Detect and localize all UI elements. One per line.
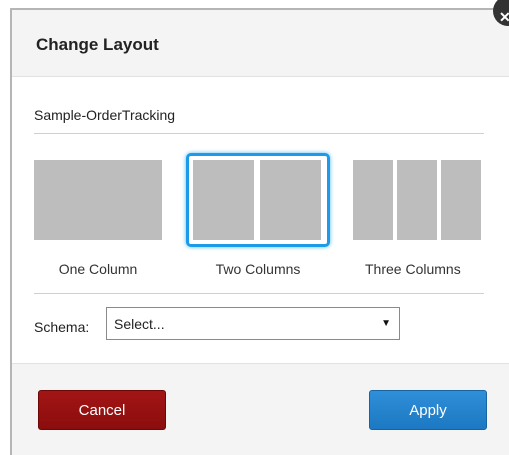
dialog-title: Change Layout: [36, 35, 159, 54]
dropdown-arrow-icon: ▼: [381, 318, 391, 329]
layout-option-two-columns[interactable]: Two Columns: [186, 153, 330, 283]
column-block: [353, 160, 393, 240]
three-columns-thumbnail: [353, 160, 483, 240]
column-block: [260, 160, 321, 240]
layout-option-label: Three Columns: [365, 261, 461, 277]
two-columns-thumbnail-selected: [186, 153, 330, 247]
layout-option-one-column[interactable]: One Column: [34, 153, 162, 283]
schema-select-value: Select...: [114, 316, 165, 332]
layout-option-label: Two Columns: [215, 261, 301, 277]
divider: [34, 293, 484, 294]
report-name: Sample-OrderTracking: [34, 107, 176, 123]
column-block: [397, 160, 437, 240]
column-block: [193, 160, 254, 240]
schema-select[interactable]: Select... ▼: [106, 307, 400, 340]
dialog-header: Change Layout: [12, 10, 509, 77]
apply-button[interactable]: Apply: [369, 390, 487, 430]
change-layout-dialog: Change Layout ✕ Sample-OrderTracking One…: [10, 0, 509, 455]
column-block: [441, 160, 481, 240]
close-icon: ✕: [499, 9, 509, 25]
layout-option-three-columns[interactable]: Three Columns: [353, 153, 483, 283]
one-column-thumbnail: [34, 160, 162, 240]
cancel-button[interactable]: Cancel: [38, 390, 166, 430]
dialog-body: Sample-OrderTracking One Column Two Colu…: [12, 77, 509, 363]
dialog-footer: Cancel Apply: [12, 363, 509, 455]
divider: [34, 133, 484, 134]
layout-option-label: One Column: [58, 261, 138, 277]
schema-label: Schema:: [34, 319, 90, 335]
